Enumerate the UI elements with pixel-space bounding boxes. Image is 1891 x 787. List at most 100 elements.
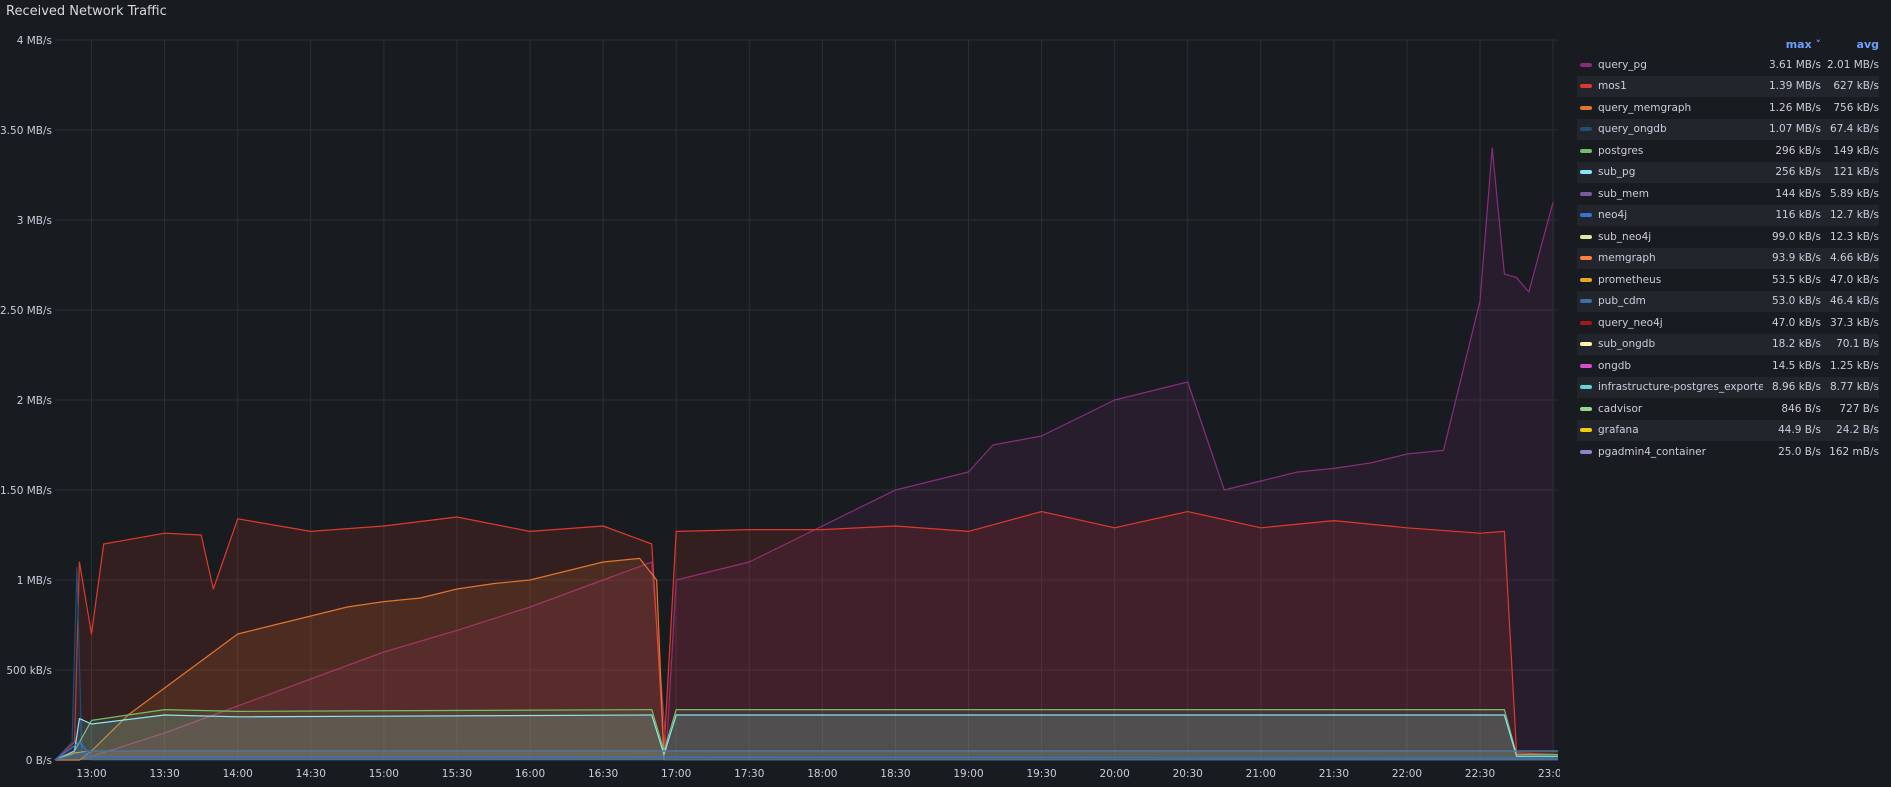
legend-item-mos1[interactable]: mos1 1.39 MB/s 627 kB/s (1577, 75, 1879, 97)
legend-swatch (1580, 428, 1592, 433)
x-tick-label: 18:30 (880, 768, 910, 780)
legend-avg: 5.89 kB/s (1829, 187, 1879, 200)
legend-sort-avg[interactable]: avg (1821, 38, 1879, 51)
legend-name: postgres (1598, 144, 1644, 157)
legend-name: pub_cdm (1598, 295, 1646, 308)
legend-max: 116 kB/s (1775, 209, 1821, 222)
legend-avg: 12.3 kB/s (1829, 230, 1879, 243)
legend-max: 296 kB/s (1775, 144, 1821, 157)
legend-avg: 8.77 kB/s (1829, 381, 1879, 394)
legend-max: 99.0 kB/s (1771, 230, 1821, 243)
legend-avg: 37.3 kB/s (1829, 316, 1879, 329)
legend-name: mos1 (1598, 80, 1627, 93)
legend-swatch (1580, 127, 1592, 132)
legend-name: sub_mem (1598, 187, 1649, 200)
legend-avg: 121 kB/s (1833, 166, 1879, 179)
legend-max: 44.9 B/s (1778, 424, 1821, 437)
legend-item-query-neo4j[interactable]: query_neo4j 47.0 kB/s 37.3 kB/s (1577, 312, 1879, 334)
legend-avg: 67.4 kB/s (1829, 123, 1879, 136)
legend-header: max ˅ avg (1577, 34, 1879, 54)
series-area-pub-cdm (55, 751, 1558, 760)
legend-item-sub-mem[interactable]: sub_mem 144 kB/s 5.89 kB/s (1577, 183, 1879, 205)
legend-name: query_memgraph (1598, 101, 1692, 114)
y-tick-label: 3 MB/s (17, 215, 52, 227)
legend-swatch (1580, 62, 1592, 67)
legend-avg: 47.0 kB/s (1829, 273, 1879, 286)
legend-item-query-pg[interactable]: query_pg 3.61 MB/s 2.01 MB/s (1577, 54, 1879, 76)
legend-name: query_neo4j (1598, 316, 1663, 329)
legend-swatch (1580, 363, 1592, 368)
legend-rows: query_pg 3.61 MB/s 2.01 MB/s mos1 1.39 MB/s 6… (1577, 54, 1879, 463)
legend-name: grafana (1598, 424, 1639, 437)
x-tick-label: 14:30 (296, 768, 326, 780)
legend-max: 47.0 kB/s (1771, 316, 1821, 329)
legend-max: 18.2 kB/s (1771, 338, 1821, 351)
y-tick-label: 3.50 MB/s (0, 125, 52, 137)
legend-name: query_ongdb (1598, 123, 1667, 136)
legend-name: infrastructure-postgres_exporter-1 (1598, 381, 1763, 394)
x-tick-label: 20:30 (1173, 768, 1203, 780)
y-tick-label: 1.50 MB/s (0, 485, 52, 497)
legend-swatch (1580, 234, 1592, 239)
x-tick-label: 21:00 (1246, 768, 1276, 780)
legend-item-postgres[interactable]: postgres 296 kB/s 149 kB/s (1577, 140, 1879, 162)
legend-max: 256 kB/s (1775, 166, 1821, 179)
legend-item-pgadmin4-container[interactable]: pgadmin4_container 25.0 B/s 162 mB/s (1577, 441, 1879, 463)
x-tick-label: 22:30 (1465, 768, 1495, 780)
legend-avg: 70.1 B/s (1836, 338, 1879, 351)
legend-name: sub_pg (1598, 166, 1636, 179)
legend-item-query-memgraph[interactable]: query_memgraph 1.26 MB/s 756 kB/s (1577, 97, 1879, 119)
legend-item-infrastructure-postgres-exporter-1[interactable]: infrastructure-postgres_exporter-1 8.96 k… (1577, 376, 1879, 398)
legend-name: memgraph (1598, 252, 1656, 265)
x-tick-label: 19:30 (1026, 768, 1056, 780)
y-tick-label: 2.50 MB/s (0, 305, 52, 317)
legend-item-grafana[interactable]: grafana 44.9 B/s 24.2 B/s (1577, 419, 1879, 441)
legend-item-prometheus[interactable]: prometheus 53.5 kB/s 47.0 kB/s (1577, 269, 1879, 291)
legend-name: prometheus (1598, 273, 1662, 286)
legend-swatch (1580, 105, 1592, 110)
legend-item-memgraph[interactable]: memgraph 93.9 kB/s 4.66 kB/s (1577, 247, 1879, 269)
legend-avg: 727 B/s (1839, 402, 1879, 415)
legend-sort-max[interactable]: max ˅ (1763, 38, 1821, 51)
legend-avg: 4.66 kB/s (1829, 252, 1879, 265)
legend-name: pgadmin4_container (1598, 445, 1706, 458)
legend-swatch (1580, 148, 1592, 153)
legend-avg: 162 mB/s (1829, 445, 1879, 458)
x-tick-label: 17:30 (734, 768, 764, 780)
legend-avg: 756 kB/s (1833, 101, 1879, 114)
legend-item-sub-ongdb[interactable]: sub_ongdb 18.2 kB/s 70.1 B/s (1577, 333, 1879, 355)
x-tick-label: 13:00 (76, 768, 106, 780)
y-tick-label: 500 kB/s (6, 665, 52, 677)
network-traffic-chart[interactable]: 0 B/s 500 kB/s 1 MB/s 1.50 MB/s 2 MB/s 2.50 M… (0, 0, 1560, 787)
legend-name: cadvisor (1598, 402, 1643, 415)
legend-item-sub-neo4j[interactable]: sub_neo4j 99.0 kB/s 12.3 kB/s (1577, 226, 1879, 248)
y-tick-label: 0 B/s (26, 755, 52, 767)
y-tick-label: 1 MB/s (17, 575, 52, 587)
x-tick-label: 23:00 (1538, 768, 1560, 780)
legend-item-cadvisor[interactable]: cadvisor 846 B/s 727 B/s (1577, 398, 1879, 420)
x-tick-label: 14:00 (223, 768, 253, 780)
legend-swatch (1580, 449, 1592, 454)
legend-name: sub_ongdb (1598, 338, 1656, 351)
legend-item-ongdb[interactable]: ongdb 14.5 kB/s 1.25 kB/s (1577, 355, 1879, 377)
legend-name: ongdb (1598, 359, 1632, 372)
legend-item-query-ongdb[interactable]: query_ongdb 1.07 MB/s 67.4 kB/s (1577, 118, 1879, 140)
x-tick-label: 19:00 (953, 768, 983, 780)
legend: max ˅ avg query_pg 3.61 MB/s 2.01 MB/s mos1… (1577, 34, 1879, 463)
legend-item-pub-cdm[interactable]: pub_cdm 53.0 kB/s 46.4 kB/s (1577, 290, 1879, 312)
legend-max: 8.96 kB/s (1771, 381, 1821, 394)
legend-max: 3.61 MB/s (1769, 58, 1821, 71)
legend-avg: 2.01 MB/s (1827, 58, 1879, 71)
legend-swatch (1580, 84, 1592, 89)
legend-swatch (1580, 385, 1592, 390)
legend-name: sub_neo4j (1598, 230, 1652, 243)
legend-max: 1.26 MB/s (1769, 101, 1821, 114)
legend-item-sub-pg[interactable]: sub_pg 256 kB/s 121 kB/s (1577, 161, 1879, 183)
legend-item-neo4j[interactable]: neo4j 116 kB/s 12.7 kB/s (1577, 204, 1879, 226)
legend-max: 14.5 kB/s (1771, 359, 1821, 372)
legend-avg: 12.7 kB/s (1829, 209, 1879, 222)
legend-swatch (1580, 342, 1592, 347)
legend-avg: 1.25 kB/s (1829, 359, 1879, 372)
x-tick-label: 13:30 (149, 768, 179, 780)
legend-swatch (1580, 213, 1592, 218)
